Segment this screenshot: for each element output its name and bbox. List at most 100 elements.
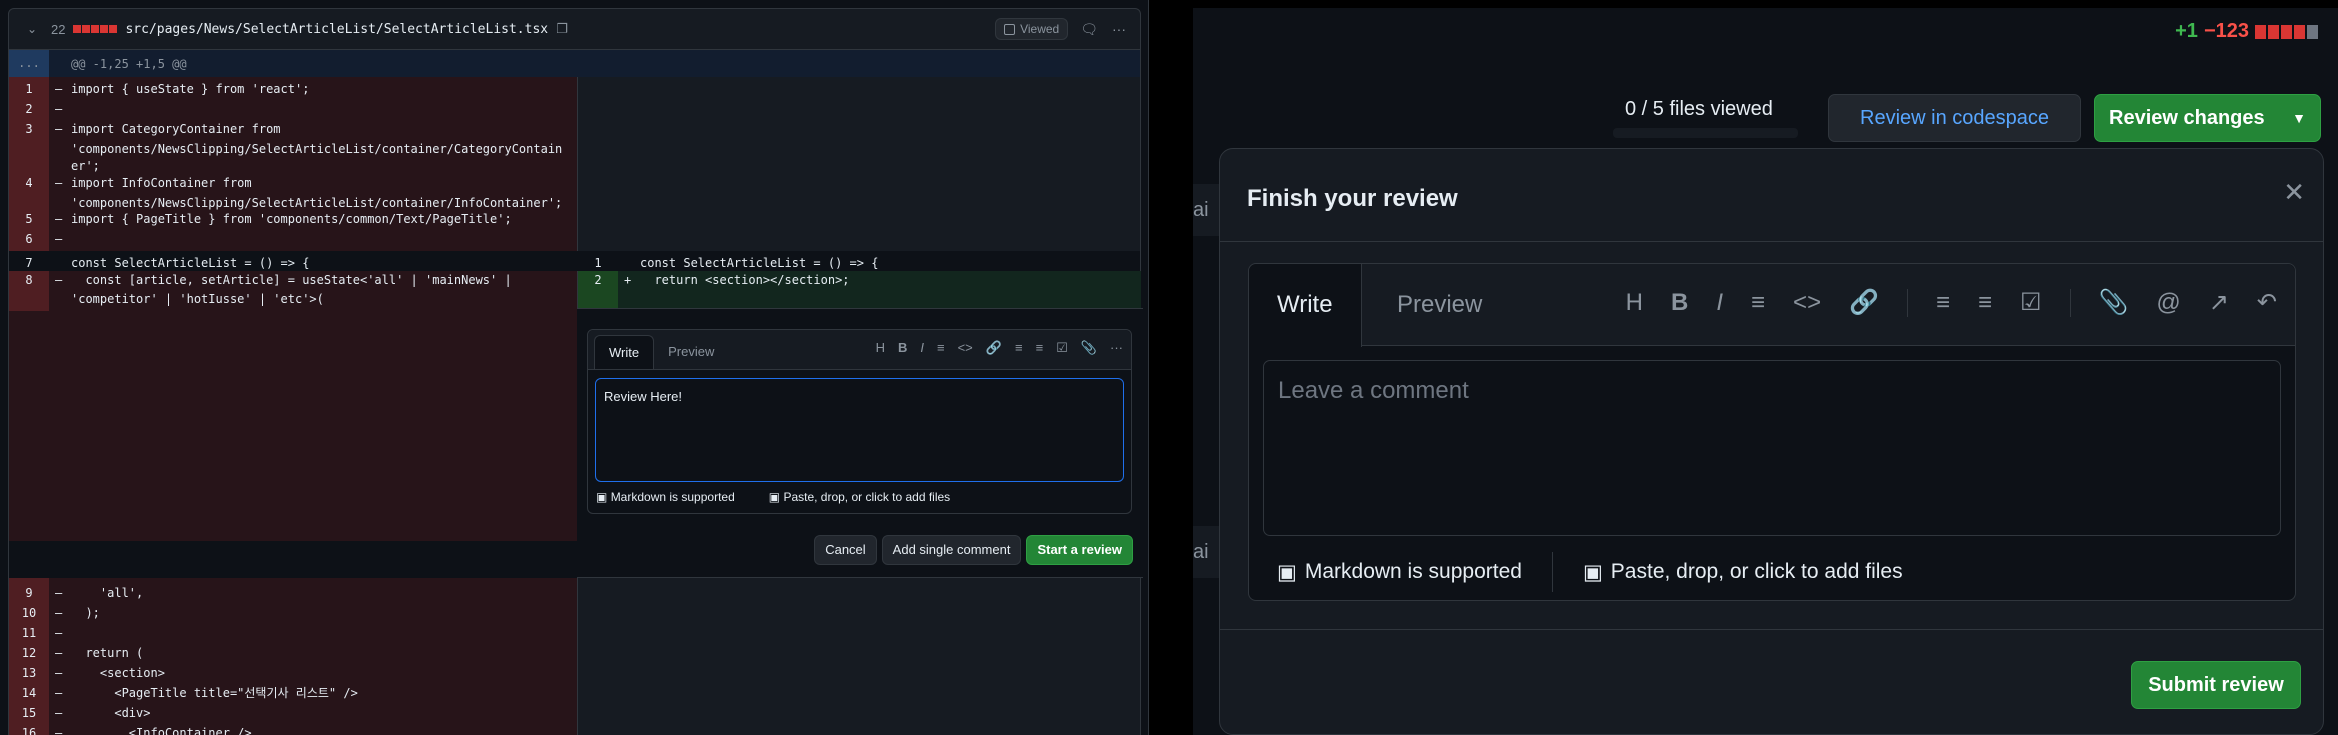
- markdown-note-text: Markdown is supported: [610, 490, 735, 504]
- diff-line: 1 const SelectArticleList = () => {: [578, 253, 1138, 271]
- line-number[interactable]: 8: [9, 270, 49, 290]
- line-number[interactable]: 12: [9, 643, 49, 663]
- file-path[interactable]: src/pages/News/SelectArticleList/SelectA…: [125, 22, 548, 37]
- code-text: <section>: [71, 666, 165, 680]
- add-single-comment-button[interactable]: Add single comment: [881, 535, 1022, 565]
- markdown-note[interactable]: ▣ Markdown is supported: [1277, 560, 1522, 585]
- file-header: ⌄ 22 src/pages/News/SelectArticleList/Se…: [8, 8, 1141, 50]
- line-number[interactable]: 2: [9, 99, 49, 119]
- link-icon[interactable]: 🔗: [1849, 288, 1879, 317]
- code-icon[interactable]: <>: [1793, 289, 1821, 317]
- diff-marker: –: [55, 686, 63, 700]
- checkbox-icon: [1004, 23, 1016, 35]
- diff-marker: –: [55, 646, 63, 660]
- review-in-codespace-button[interactable]: Review in codespace: [1828, 94, 2081, 142]
- inline-comment-form: Write Preview H B I ≡ <> 🔗 ≡ ≡ ☑ 📎 ··· R…: [577, 308, 1143, 578]
- line-number[interactable]: 6: [9, 229, 49, 249]
- comment-textarea[interactable]: Review Here!: [595, 378, 1124, 482]
- submit-review-button[interactable]: Submit review: [2131, 661, 2301, 709]
- attach-files-note[interactable]: ▣ Paste, drop, or click to add files: [1583, 560, 1903, 585]
- comment-icon[interactable]: 🗨: [1080, 21, 1098, 38]
- mention-icon[interactable]: @: [2156, 289, 2180, 317]
- unordered-list-icon[interactable]: ≡: [1036, 340, 1044, 356]
- line-number[interactable]: 10: [9, 603, 49, 623]
- bold-icon[interactable]: B: [898, 340, 907, 356]
- start-review-button[interactable]: Start a review: [1026, 535, 1133, 565]
- markdown-toolbar: H B I ≡ <> 🔗 ≡ ≡ ☑ 📎 @ ↗ ↶: [1626, 288, 2277, 317]
- unordered-list-icon[interactable]: ≡: [1978, 289, 1992, 317]
- line-number[interactable]: 3: [9, 119, 49, 139]
- line-number[interactable]: 1: [9, 79, 49, 99]
- italic-icon[interactable]: I: [920, 340, 924, 356]
- quote-icon[interactable]: ≡: [1751, 289, 1765, 317]
- diff-line: 13– <section>: [9, 663, 569, 683]
- expand-hunk-button[interactable]: ...: [9, 50, 49, 77]
- line-number[interactable]: 4: [9, 173, 49, 193]
- tab-write[interactable]: Write: [1249, 264, 1362, 347]
- italic-icon[interactable]: I: [1716, 289, 1723, 317]
- line-number[interactable]: 15: [9, 703, 49, 723]
- heading-icon[interactable]: H: [876, 340, 885, 356]
- diff-line: 5– import { PageTitle } from 'components/…: [9, 209, 569, 229]
- code-text: return (: [71, 646, 144, 660]
- ordered-list-icon[interactable]: ≡: [1936, 289, 1950, 317]
- diff-line: 16– <InfoContainer />: [9, 723, 569, 735]
- line-number[interactable]: 2: [578, 270, 618, 290]
- task-list-icon[interactable]: ☑: [1056, 340, 1068, 356]
- inline-comment-editor: Write Preview H B I ≡ <> 🔗 ≡ ≡ ☑ 📎 ··· R…: [587, 329, 1132, 514]
- hunk-header-text: @@ -1,25 +1,5 @@: [71, 57, 187, 71]
- editor-footer: ▣ Markdown is supported ▣ Paste, drop, or …: [1277, 552, 1903, 592]
- hunk-header: ... @@ -1,25 +1,5 @@: [9, 50, 1140, 77]
- review-changes-button[interactable]: Review changes ▼: [2094, 94, 2321, 142]
- code-text: <div>: [71, 706, 151, 720]
- line-number[interactable]: 9: [9, 583, 49, 603]
- attach-files-note[interactable]: ▣ Paste, drop, or click to add files: [769, 490, 950, 504]
- heading-icon[interactable]: H: [1626, 289, 1643, 317]
- tab-preview[interactable]: Preview: [654, 335, 728, 369]
- finish-review-dialog: Finish your review ✕ Write Preview H B I…: [1219, 148, 2324, 735]
- editor-tabs: Write Preview H B I ≡ <> 🔗 ≡ ≡ ☑ 📎 @ ↗ ↶: [1249, 264, 2295, 347]
- cancel-button[interactable]: Cancel: [814, 535, 877, 565]
- changed-lines-count: 22: [51, 21, 66, 37]
- deleted-block-gap: [9, 271, 577, 541]
- quote-icon[interactable]: ≡: [937, 340, 945, 356]
- line-number[interactable]: 5: [9, 209, 49, 229]
- deletions-count: −123: [2203, 20, 2249, 42]
- code-text: import { useState } from 'react';: [71, 82, 310, 96]
- tab-preview[interactable]: Preview: [1369, 264, 1510, 346]
- link-icon[interactable]: 🔗: [986, 340, 1002, 356]
- bold-icon[interactable]: B: [1671, 289, 1688, 317]
- attach-icon[interactable]: 📎: [1081, 340, 1097, 356]
- line-number[interactable]: 11: [9, 623, 49, 643]
- diff-line: 4– import InfoContainer from: [9, 173, 569, 193]
- line-number[interactable]: 14: [9, 683, 49, 703]
- ordered-list-icon[interactable]: ≡: [1015, 340, 1023, 356]
- close-icon[interactable]: ✕: [2283, 177, 2305, 208]
- chevron-down-icon[interactable]: ⌄: [27, 22, 41, 36]
- kebab-menu-icon[interactable]: ···: [1112, 21, 1126, 37]
- more-icon[interactable]: ···: [1110, 340, 1123, 356]
- task-list-icon[interactable]: ☑: [2020, 288, 2042, 317]
- diff-line: 15– <div>: [9, 703, 569, 723]
- attach-icon[interactable]: 📎: [2099, 288, 2129, 317]
- line-number[interactable]: 16: [9, 723, 49, 735]
- code-icon[interactable]: <>: [958, 340, 973, 356]
- cross-reference-icon[interactable]: ↗: [2209, 288, 2229, 317]
- code-text: import InfoContainer from: [71, 176, 252, 190]
- divider: [1220, 629, 2323, 630]
- diffstat: +1 −123: [2175, 20, 2318, 43]
- viewed-checkbox[interactable]: Viewed: [995, 18, 1069, 40]
- reply-icon[interactable]: ↶: [2257, 288, 2277, 317]
- markdown-icon: ▣: [596, 490, 608, 504]
- tab-write[interactable]: Write: [594, 335, 655, 369]
- diff-marker: –: [55, 102, 63, 116]
- line-number[interactable]: 13: [9, 663, 49, 683]
- diff-marker: –: [55, 122, 63, 136]
- markdown-note[interactable]: ▣ Markdown is supported: [596, 490, 735, 504]
- code-text: import CategoryContainer from: [71, 122, 281, 136]
- diff-line: 11–: [9, 623, 569, 643]
- diff-line: 10– );: [9, 603, 569, 623]
- review-comment-textarea[interactable]: Leave a comment: [1263, 360, 2281, 536]
- copy-icon[interactable]: ❐: [556, 21, 568, 37]
- diff-marker: –: [55, 176, 63, 190]
